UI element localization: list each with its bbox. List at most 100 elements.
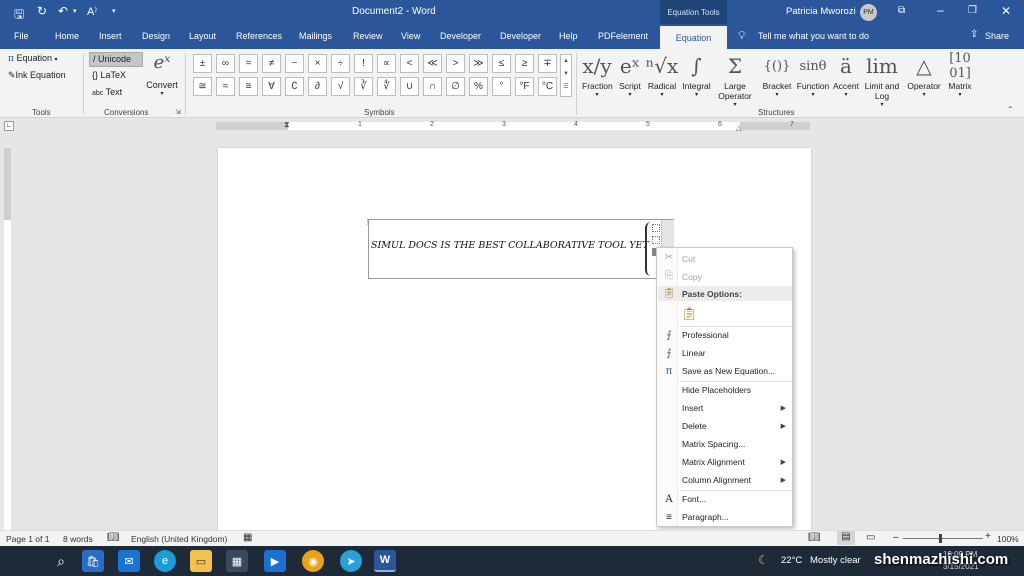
- proofing-icon[interactable]: 📖︎: [107, 532, 120, 543]
- tab-help[interactable]: Help: [559, 31, 578, 41]
- symbol-button[interactable]: ×: [308, 54, 327, 73]
- symbol-button[interactable]: ≅: [193, 77, 212, 96]
- menu-item-delete[interactable]: Delete: [682, 421, 707, 431]
- structure-operator-button[interactable]: △ Operator ▾: [905, 51, 943, 98]
- symbol-button[interactable]: √: [331, 77, 350, 96]
- tab-pdfelement[interactable]: PDFelement: [598, 31, 648, 41]
- minimize-icon[interactable]: –: [937, 3, 944, 17]
- web-layout-icon[interactable]: ▭: [866, 532, 875, 543]
- close-icon[interactable]: ✕: [1001, 4, 1011, 18]
- symbol-button[interactable]: ÷: [331, 54, 350, 73]
- symbol-button[interactable]: °F: [515, 77, 534, 96]
- tab-layout[interactable]: Layout: [189, 31, 216, 41]
- symbol-button[interactable]: <: [400, 54, 419, 73]
- tab-view[interactable]: View: [401, 31, 420, 41]
- symbol-button[interactable]: ∜: [377, 77, 396, 96]
- menu-item-hide-placeholders[interactable]: Hide Placeholders: [682, 385, 751, 395]
- structure-bracket-button[interactable]: {()} Bracket ▾: [760, 51, 794, 99]
- indent-marker[interactable]: ⧗: [284, 120, 290, 130]
- unicode-button[interactable]: / Unicode: [89, 52, 143, 67]
- zoom-slider-thumb[interactable]: [939, 534, 942, 543]
- search-icon[interactable]: ⌕: [50, 550, 72, 572]
- symbol-button[interactable]: !: [354, 54, 373, 73]
- page-count[interactable]: Page 1 of 1: [6, 534, 49, 544]
- tab-developer-2[interactable]: Developer: [500, 31, 541, 41]
- symbol-button[interactable]: ∂: [308, 77, 327, 96]
- chrome-icon[interactable]: ◉: [302, 550, 324, 572]
- tab-selector[interactable]: ∟: [4, 121, 14, 131]
- menu-item-matrix-alignment[interactable]: Matrix Alignment: [682, 457, 745, 467]
- symbol-button[interactable]: ∞: [216, 54, 235, 73]
- macro-icon[interactable]: ▦: [243, 532, 252, 543]
- symbol-button[interactable]: °C: [538, 77, 557, 96]
- tab-equation[interactable]: Equation: [660, 26, 727, 49]
- menu-item-column-alignment[interactable]: Column Alignment: [682, 475, 751, 485]
- ink-equation-button[interactable]: ✎Ink Equation: [8, 70, 66, 81]
- symbol-button[interactable]: ∩: [423, 77, 442, 96]
- menu-item-font[interactable]: Font...: [682, 494, 706, 504]
- menu-item-insert[interactable]: Insert: [682, 403, 703, 413]
- collapse-ribbon-icon[interactable]: ⌃: [1007, 105, 1014, 114]
- avatar[interactable]: PM: [860, 4, 877, 21]
- symbol-button[interactable]: ∝: [377, 54, 396, 73]
- restore-icon[interactable]: ❐: [968, 5, 977, 16]
- undo-dropdown-icon[interactable]: ▾: [73, 7, 77, 15]
- symbol-button[interactable]: ≤: [492, 54, 511, 73]
- symbol-button[interactable]: %: [469, 77, 488, 96]
- latex-button[interactable]: {} LaTeX: [92, 70, 126, 80]
- horizontal-ruler[interactable]: ∟ ⧗ △ 1 2 3 4 5 6 7: [0, 119, 1024, 133]
- text-button[interactable]: abc Text: [92, 87, 122, 97]
- structure-matrix-button[interactable]: [10 01] Matrix ▾: [944, 51, 976, 98]
- symbol-button[interactable]: ≈: [216, 77, 235, 96]
- structure-accent-button[interactable]: ä Accent ▾: [831, 51, 861, 98]
- symbol-button[interactable]: ~: [285, 54, 304, 73]
- symbol-button[interactable]: ∛: [354, 77, 373, 96]
- symbol-button[interactable]: ≥: [515, 54, 534, 73]
- tab-review[interactable]: Review: [353, 31, 383, 41]
- ribbon-display-icon[interactable]: ⧉: [898, 5, 905, 16]
- undo-icon[interactable]: ↶: [58, 4, 68, 18]
- tab-home[interactable]: Home: [55, 31, 79, 41]
- telegram-icon[interactable]: ➤: [340, 550, 362, 572]
- symbol-button[interactable]: ∁: [285, 77, 304, 96]
- file-explorer-icon[interactable]: ▭: [190, 550, 212, 572]
- symbol-button[interactable]: ∪: [400, 77, 419, 96]
- structure-integral-button[interactable]: ∫ Integral ▾: [679, 51, 714, 98]
- symbol-button[interactable]: °: [492, 77, 511, 96]
- menu-item-paragraph[interactable]: Paragraph...: [682, 512, 729, 522]
- zoom-level[interactable]: 100%: [997, 534, 1019, 544]
- zoom-in-icon[interactable]: +: [985, 531, 991, 542]
- font-size-icon[interactable]: A⁾: [87, 5, 97, 18]
- symbol-button[interactable]: ±: [193, 54, 212, 73]
- share-button[interactable]: Share: [985, 31, 1009, 41]
- word-icon[interactable]: W: [374, 550, 396, 572]
- read-mode-icon[interactable]: 📖︎: [808, 532, 821, 543]
- matrix-placeholder[interactable]: [652, 236, 660, 244]
- symbol-button[interactable]: ≫: [469, 54, 488, 73]
- autosave-icon[interactable]: ↻: [37, 4, 47, 18]
- print-layout-icon[interactable]: ▤: [837, 531, 855, 545]
- symbols-scroll[interactable]: ▲ ▼ ☰: [560, 54, 572, 97]
- tab-insert[interactable]: Insert: [99, 31, 122, 41]
- symbol-button[interactable]: ∀: [262, 77, 281, 96]
- tab-mailings[interactable]: Mailings: [299, 31, 332, 41]
- media-player-icon[interactable]: ▶: [264, 550, 286, 572]
- menu-item-professional[interactable]: Professional: [682, 330, 729, 340]
- mail-icon[interactable]: ✉: [118, 550, 140, 572]
- symbol-button[interactable]: ≪: [423, 54, 442, 73]
- dialog-launcher-icon[interactable]: ⇲: [175, 108, 181, 116]
- structure-limit-and-log-button[interactable]: lim Limit and Log ▾: [861, 51, 903, 108]
- language[interactable]: English (United Kingdom): [131, 534, 227, 544]
- tab-design[interactable]: Design: [142, 31, 170, 41]
- customize-qat-icon[interactable]: ▾: [112, 7, 116, 15]
- menu-item-matrix-spacing[interactable]: Matrix Spacing...: [682, 439, 745, 449]
- convert-button[interactable]: eˣ Convert ▾: [145, 52, 179, 97]
- menu-item-cut[interactable]: Cut: [682, 254, 695, 264]
- matrix-placeholder[interactable]: [652, 224, 660, 232]
- zoom-out-icon[interactable]: –: [893, 532, 899, 543]
- tab-developer[interactable]: Developer: [440, 31, 481, 41]
- weather-icon[interactable]: ☾: [758, 553, 769, 567]
- share-icon[interactable]: ⇪: [970, 29, 978, 40]
- symbol-button[interactable]: ≠: [262, 54, 281, 73]
- tab-file[interactable]: File: [14, 31, 29, 41]
